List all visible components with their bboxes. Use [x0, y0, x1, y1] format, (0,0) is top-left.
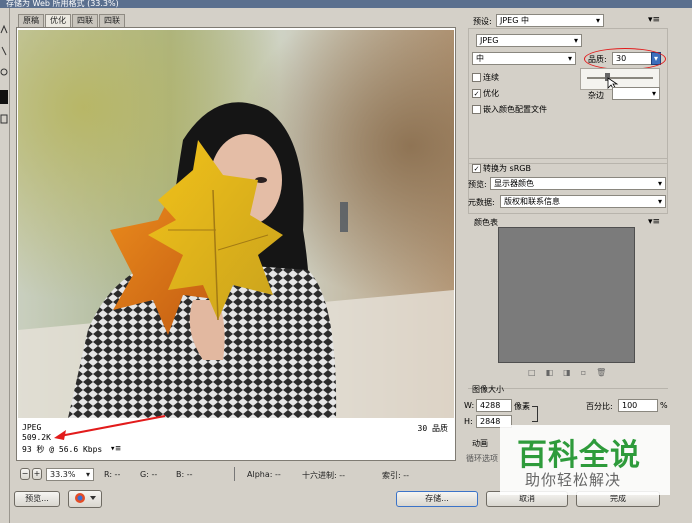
preset-label: 预设: [473, 17, 492, 26]
quality-slider-track[interactable] [587, 77, 653, 79]
zoom-select[interactable]: 33.3% [46, 468, 94, 481]
lock-color-icon[interactable]: ◧ [546, 368, 564, 377]
compression-value: 中 [476, 54, 484, 63]
format-value: JPEG [480, 36, 499, 45]
save-button[interactable]: 存储... [396, 491, 478, 507]
tab-original[interactable]: 原稿 [18, 14, 44, 27]
percent-label: 百分比: [586, 402, 613, 411]
metadata-select[interactable]: 版权和联系信息 [500, 195, 666, 208]
delete-color-icon[interactable]: 🗑 [596, 368, 616, 377]
color-table-swatch-area[interactable] [498, 227, 635, 363]
quality-info-text: 30 品质 [417, 424, 448, 433]
percent-value: 100 [622, 401, 638, 410]
hand-tool-icon[interactable] [0, 24, 8, 34]
r-readout: R: -- [104, 470, 121, 479]
tab-optimized[interactable]: 优化 [45, 14, 71, 27]
divider [234, 467, 235, 481]
blur-select[interactable] [612, 87, 660, 100]
tool-strip [0, 8, 10, 523]
new-color-icon[interactable]: ▫ [581, 368, 596, 377]
preview-image[interactable] [18, 30, 454, 418]
progressive-label: 连续 [483, 73, 499, 82]
animation-title: 动画 [472, 439, 488, 448]
image-size-title: 图像大小 [472, 385, 504, 394]
optimized-label: 优化 [483, 89, 499, 98]
download-time-text: 93 秒 @ 56.6 Kbps [22, 445, 103, 454]
g-readout: G: -- [140, 470, 158, 479]
download-speed-menu-icon[interactable]: ▾≡ [110, 444, 121, 454]
foreground-color-swatch[interactable] [0, 90, 8, 104]
zoom-out-button[interactable]: − [20, 468, 30, 480]
progressive-option[interactable]: 连续 [472, 72, 499, 83]
width-label: W: [464, 401, 475, 410]
embed-profile-label: 嵌入颜色配置文件 [483, 105, 547, 114]
optimize-menu-icon[interactable]: ▾≡ [648, 15, 660, 25]
alpha-readout: Alpha: -- [247, 470, 281, 479]
color-preview-label: 预览: [468, 180, 487, 189]
status-bar: − + 33.3% R: -- G: -- B: -- Alpha: -- 十六… [12, 466, 460, 484]
optimized-checkbox[interactable]: ✓ [472, 89, 481, 98]
zoom-tool-icon[interactable] [0, 68, 8, 78]
loop-options-label: 循环选项 [466, 454, 498, 463]
convert-srgb-label: 转换为 sRGB [483, 164, 531, 173]
web-shift-icon[interactable]: ◨ [563, 368, 581, 377]
color-table-menu-icon[interactable]: ▾≡ [648, 217, 660, 227]
tab-2up[interactable]: 四联 [72, 14, 98, 27]
annotation-oval [584, 48, 666, 70]
watermark-subtitle: 助你轻松解决 [525, 471, 622, 489]
embed-profile-checkbox[interactable] [472, 105, 481, 114]
window-title: 存储为 Web 所用格式 (33.3%) [0, 0, 692, 8]
color-table-tools: □◧◨▫🗑 [528, 368, 616, 377]
zoom-in-button[interactable]: + [32, 468, 42, 480]
preview-button[interactable]: 预览... [14, 491, 60, 507]
watermark-title: 百科全说 [517, 438, 641, 473]
view-tabs: 原稿 优化 四联 四联 [18, 14, 125, 27]
compression-select[interactable]: 中 [472, 52, 576, 65]
slice-tool-icon[interactable] [0, 46, 8, 56]
tab-4up[interactable]: 四联 [99, 14, 125, 27]
color-preview-select[interactable]: 显示器颜色 [490, 177, 666, 190]
pixel-unit-label: 像素 [514, 402, 530, 411]
percent-unit: % [660, 401, 668, 410]
index-readout: 索引: -- [382, 471, 410, 480]
watermark: 百科全说 助你轻松解决 [500, 425, 670, 495]
map-color-icon[interactable]: □ [528, 368, 546, 377]
width-input[interactable]: 4288 [476, 399, 512, 412]
hex-readout: 十六进制: -- [302, 471, 346, 480]
color-preview-value: 显示器颜色 [494, 179, 534, 188]
browser-select-button[interactable] [68, 490, 102, 508]
height-label: H: [464, 417, 473, 426]
blur-label: 杂边 [588, 91, 604, 100]
convert-srgb-checkbox[interactable]: ✓ [472, 164, 481, 173]
convert-srgb-option[interactable]: ✓ 转换为 sRGB [472, 163, 531, 174]
format-select[interactable]: JPEG [476, 34, 582, 47]
optimized-option[interactable]: ✓ 优化 [472, 88, 499, 99]
progressive-checkbox[interactable] [472, 73, 481, 82]
embed-profile-option[interactable]: 嵌入颜色配置文件 [472, 104, 547, 115]
height-value: 2848 [480, 417, 501, 426]
width-value: 4288 [480, 401, 501, 410]
percent-input[interactable]: 100 [618, 399, 658, 412]
preset-select[interactable]: JPEG 中 [496, 14, 604, 27]
annotation-arrow [54, 415, 166, 440]
metadata-label: 元数据: [468, 198, 495, 207]
preset-value: JPEG 中 [500, 16, 529, 25]
format-text: JPEG [22, 423, 42, 432]
metadata-value: 版权和联系信息 [504, 197, 560, 206]
b-readout: B: -- [176, 470, 193, 479]
color-table-title: 颜色表 [474, 218, 498, 227]
constrain-link-icon[interactable] [532, 406, 538, 422]
toggle-slices-icon[interactable] [0, 114, 8, 124]
zoom-value: 33.3% [50, 470, 76, 479]
